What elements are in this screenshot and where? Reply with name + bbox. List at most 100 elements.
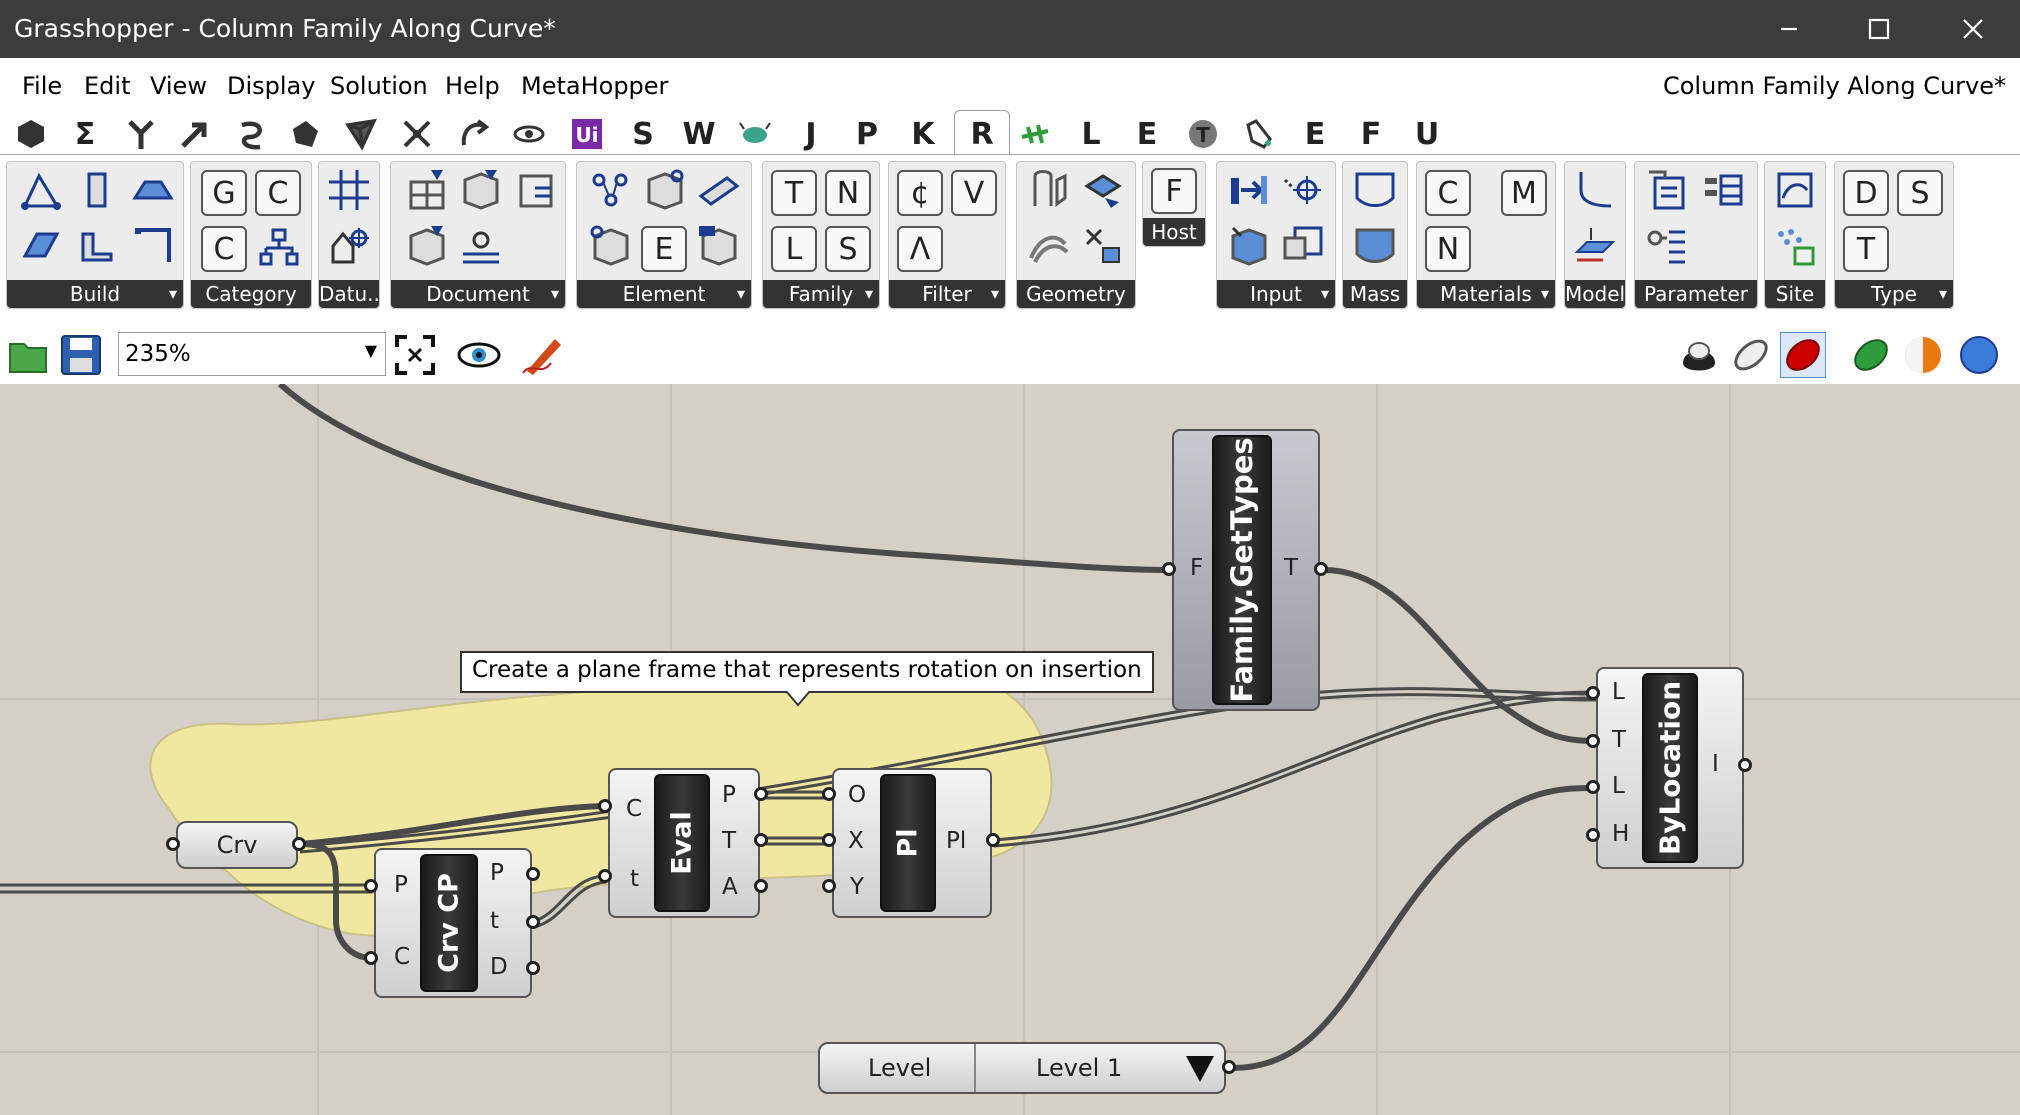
sketch-pen-icon[interactable] — [520, 332, 566, 378]
parameter-key-icon[interactable] — [1643, 222, 1691, 270]
preview-wire-icon[interactable] — [1728, 332, 1774, 378]
mass-box-icon[interactable] — [1351, 222, 1399, 270]
crv-param[interactable]: Crv — [176, 821, 298, 869]
gettypes-component[interactable]: F Family.GetTypes T — [1172, 429, 1320, 711]
document-list-icon[interactable] — [513, 166, 561, 214]
build-triangle-icon[interactable] — [17, 166, 65, 214]
tab-intersect[interactable] — [392, 114, 442, 154]
bylocation-component[interactable]: L T L H ByLocation I — [1596, 667, 1744, 869]
menu-solution[interactable]: Solution — [330, 72, 428, 100]
plane-grip-out[interactable] — [986, 833, 1000, 847]
grasshopper-canvas[interactable]: Create a plane frame that represents rot… — [0, 384, 2020, 1115]
build-roof-icon[interactable] — [129, 166, 177, 214]
geometry-delete-icon[interactable] — [1079, 222, 1127, 270]
level-value-list[interactable]: Level Level 1 — [818, 1042, 1226, 1094]
type-t-button[interactable]: T — [1843, 226, 1889, 272]
document-family-icon[interactable] — [403, 222, 451, 270]
input-select-icon[interactable] — [1279, 222, 1327, 270]
family-t-button[interactable]: T — [771, 170, 817, 216]
preview-material-icon[interactable] — [1900, 332, 1946, 378]
zoom-dropdown[interactable]: 235% ▼ — [118, 332, 386, 376]
type-d-button[interactable]: D — [1843, 170, 1889, 216]
tab-l[interactable]: L — [1066, 114, 1116, 154]
tab-bug[interactable] — [730, 114, 780, 154]
tab-vector[interactable] — [170, 114, 220, 154]
tab-f[interactable]: F — [1346, 114, 1396, 154]
eval-grip-out-p[interactable] — [754, 787, 768, 801]
crvcp-grip-p[interactable] — [364, 879, 378, 893]
eval-grip-out-t[interactable] — [754, 833, 768, 847]
element-beam-icon[interactable] — [695, 166, 743, 214]
category-c-button[interactable]: C — [255, 170, 301, 216]
crvcp-grip-out-d[interactable] — [526, 961, 540, 975]
plane-component[interactable]: O X Y Pl Pl — [832, 768, 992, 918]
tab-r[interactable]: R — [954, 110, 1010, 158]
gettypes-grip-f[interactable] — [1162, 562, 1176, 576]
element-network-icon[interactable] — [587, 166, 635, 214]
crv-output-grip[interactable] — [292, 837, 306, 851]
document-blocks-icon[interactable] — [403, 166, 451, 214]
maximize-button[interactable] — [1834, 0, 1924, 58]
site-topo-icon[interactable] — [1771, 166, 1819, 214]
bylocation-grip-i[interactable] — [1738, 758, 1752, 772]
element-cube-icon[interactable] — [641, 166, 689, 214]
parameter-list-icon[interactable] — [1699, 166, 1747, 214]
preview-off-icon[interactable] — [1676, 332, 1722, 378]
crv-input-grip[interactable] — [166, 837, 180, 851]
tab-p[interactable]: P — [842, 114, 892, 154]
build-grid-icon[interactable] — [129, 222, 177, 270]
input-arrow-icon[interactable] — [1225, 166, 1273, 214]
document-cube-icon[interactable] — [457, 166, 505, 214]
plane-grip-y[interactable] — [822, 879, 836, 893]
build-floor-icon[interactable] — [17, 222, 65, 270]
menu-view[interactable]: View — [150, 72, 207, 100]
family-n-button[interactable]: N — [825, 170, 871, 216]
expand-icon[interactable]: ▾ — [1321, 280, 1329, 308]
category-g-button[interactable]: G — [201, 170, 247, 216]
plane-grip-x[interactable] — [822, 833, 836, 847]
menu-edit[interactable]: Edit — [84, 72, 130, 100]
datum-grid-icon[interactable] — [325, 166, 373, 214]
tab-ladybug[interactable] — [1010, 114, 1060, 154]
mass-sheet-icon[interactable] — [1351, 166, 1399, 214]
eval-component[interactable]: C t Eval P T A — [608, 768, 760, 918]
parameter-doc-icon[interactable] — [1643, 166, 1691, 214]
tab-w[interactable]: W — [674, 114, 724, 154]
element-box-icon[interactable] — [587, 222, 635, 270]
bylocation-grip-l[interactable] — [1586, 686, 1600, 700]
level-output-grip[interactable] — [1222, 1060, 1236, 1074]
gettypes-grip-t[interactable] — [1314, 562, 1328, 576]
tab-curve[interactable] — [226, 114, 276, 154]
build-wall-icon[interactable] — [73, 222, 121, 270]
menu-metahopper[interactable]: MetaHopper — [521, 72, 668, 100]
materials-m-button[interactable]: M — [1501, 170, 1547, 216]
preview-mesh-icon[interactable] — [1956, 332, 2002, 378]
close-button[interactable] — [1928, 0, 2018, 58]
crvcp-component[interactable]: P C Crv CP P t D — [374, 848, 532, 998]
eval-grip-out-a[interactable] — [754, 879, 768, 893]
tab-mesh[interactable] — [336, 114, 386, 154]
materials-n-button[interactable]: N — [1425, 226, 1471, 272]
filter-v-button[interactable]: V — [951, 170, 997, 216]
expand-icon[interactable]: ▾ — [169, 280, 177, 308]
tab-tt[interactable]: T — [1178, 114, 1228, 154]
tab-s[interactable]: S — [618, 114, 668, 154]
filter-cent-button[interactable]: ¢ — [897, 170, 943, 216]
geometry-curve-icon[interactable] — [1025, 222, 1073, 270]
expand-icon[interactable]: ▾ — [737, 280, 745, 308]
expand-icon[interactable]: ▾ — [1541, 280, 1549, 308]
tab-surface[interactable] — [280, 114, 330, 154]
document-level-icon[interactable] — [457, 222, 505, 270]
category-tree-icon[interactable] — [255, 224, 303, 272]
type-s-button[interactable]: S — [1897, 170, 1943, 216]
menu-file[interactable]: File — [22, 72, 62, 100]
eval-grip-c[interactable] — [598, 799, 612, 813]
bylocation-grip-l2[interactable] — [1586, 780, 1600, 794]
save-file-icon[interactable] — [58, 332, 104, 378]
preview-shaded-icon[interactable] — [1780, 332, 1826, 378]
geometry-pipe-icon[interactable] — [1025, 166, 1073, 214]
bylocation-grip-t[interactable] — [1586, 734, 1600, 748]
crvcp-grip-out-t[interactable] — [526, 915, 540, 929]
crvcp-grip-out-p[interactable] — [526, 867, 540, 881]
menu-display[interactable]: Display — [227, 72, 315, 100]
